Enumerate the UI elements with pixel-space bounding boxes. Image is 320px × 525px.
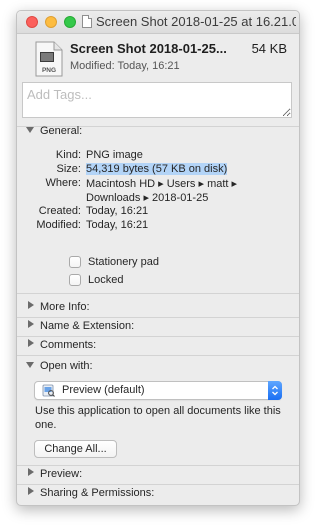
size-label: Size:: [56, 163, 81, 175]
tags-input[interactable]: [22, 82, 292, 118]
where-value-line-2: Downloads ▸ 2018-01-25: [86, 192, 209, 204]
where-value-line-1: Macintosh HD ▸ Users ▸ matt ▸: [86, 178, 238, 190]
divider: [17, 355, 299, 356]
stationery-pad-label: Stationery pad: [88, 256, 159, 268]
popup-chevron-updown-icon[interactable]: [268, 381, 282, 400]
open-with-app-popup[interactable]: Preview (default): [34, 381, 282, 400]
zoom-button[interactable]: [64, 16, 76, 28]
section-preview-header[interactable]: Preview:: [26, 468, 82, 480]
divider: [17, 465, 299, 466]
open-with-app-label: Preview (default): [62, 384, 145, 396]
section-open-with-header[interactable]: Open with:: [26, 360, 93, 372]
modified-value: Today, 16:21: [86, 219, 149, 231]
close-button[interactable]: [26, 16, 38, 28]
preview-app-icon: [42, 384, 55, 397]
modified-label: Modified:: [36, 219, 81, 231]
file-size: 54 KB: [251, 41, 287, 56]
kind-value: PNG image: [86, 149, 143, 161]
minimize-button[interactable]: [45, 16, 57, 28]
where-label: Where:: [45, 177, 81, 189]
section-more-info-label: More Info:: [40, 301, 90, 313]
divider: [17, 484, 299, 485]
section-more-info-header[interactable]: More Info:: [26, 301, 90, 313]
created-value: Today, 16:21: [86, 205, 149, 217]
section-general-header[interactable]: General:: [26, 125, 82, 137]
stationery-pad-checkbox-row[interactable]: Stationery pad: [69, 256, 159, 268]
stationery-pad-checkbox[interactable]: [69, 256, 81, 268]
section-comments-header[interactable]: Comments:: [26, 339, 96, 351]
disclosure-triangle-closed-icon[interactable]: [28, 339, 34, 347]
disclosure-triangle-closed-icon[interactable]: [28, 468, 34, 476]
section-name-extension-label: Name & Extension:: [40, 320, 135, 332]
section-general-label: General:: [40, 125, 83, 137]
kind-label: Kind:: [55, 149, 81, 161]
modified-summary: Modified: Today, 16:21: [70, 60, 180, 72]
change-all-button[interactable]: Change All...: [34, 440, 117, 458]
file-icon-label: PNG: [41, 67, 57, 74]
window-title: Screen Shot 2018-01-25 at 16.21.06...: [96, 14, 296, 29]
section-name-extension-header[interactable]: Name & Extension:: [26, 320, 134, 332]
divider: [17, 336, 299, 337]
section-open-with-label: Open with:: [40, 360, 93, 372]
file-name: Screen Shot 2018-01-25...: [70, 41, 227, 56]
disclosure-triangle-open-icon[interactable]: [26, 127, 34, 133]
section-sharing-permissions-header[interactable]: Sharing & Permissions:: [26, 487, 154, 499]
disclosure-triangle-open-icon[interactable]: [26, 362, 34, 368]
section-preview-label: Preview:: [40, 468, 83, 480]
disclosure-triangle-closed-icon[interactable]: [28, 301, 34, 309]
section-comments-label: Comments:: [40, 339, 97, 351]
document-proxy-icon[interactable]: [82, 15, 92, 28]
size-value[interactable]: 54,319 bytes (57 KB on disk): [86, 163, 228, 175]
divider: [17, 317, 299, 318]
locked-checkbox[interactable]: [69, 274, 81, 286]
title-bar[interactable]: Screen Shot 2018-01-25 at 16.21.06...: [17, 11, 299, 34]
created-label: Created:: [38, 205, 81, 217]
locked-label: Locked: [88, 274, 124, 286]
get-info-window: Screen Shot 2018-01-25 at 16.21.06... PN…: [16, 10, 300, 506]
divider: [17, 293, 299, 294]
disclosure-triangle-closed-icon[interactable]: [28, 487, 34, 495]
section-sharing-permissions-label: Sharing & Permissions:: [40, 487, 155, 499]
disclosure-triangle-closed-icon[interactable]: [28, 320, 34, 328]
locked-checkbox-row[interactable]: Locked: [69, 274, 123, 286]
open-with-description: Use this application to open all documen…: [35, 405, 281, 431]
